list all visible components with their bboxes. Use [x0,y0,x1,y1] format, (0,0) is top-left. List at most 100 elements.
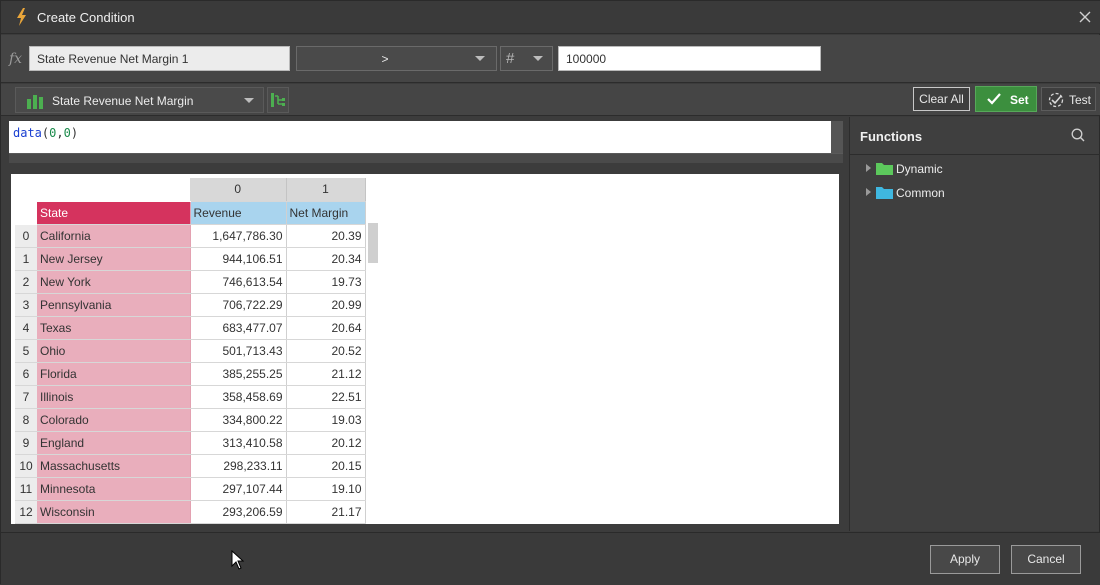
net-margin-cell[interactable]: 20.12 [286,431,366,455]
row-index[interactable]: 2 [15,270,37,294]
state-cell[interactable]: Florida [37,362,191,386]
state-cell[interactable]: California [37,224,191,248]
revenue-cell[interactable]: 501,713.43 [190,339,287,363]
row-index[interactable]: 12 [15,500,37,524]
expand-arrow-icon[interactable] [866,188,871,196]
row-index[interactable]: 11 [15,477,37,501]
folder-icon [876,187,893,199]
row-index[interactable]: 10 [15,454,37,478]
net-margin-cell[interactable]: 21.12 [286,362,366,386]
test-label: Test [1069,93,1092,107]
revenue-cell[interactable]: 683,477.07 [190,316,287,340]
state-cell[interactable]: Illinois [37,385,191,409]
table-row[interactable]: 8 Colorado 334,800.22 19.03 [15,408,366,432]
cancel-button[interactable]: Cancel [1011,545,1081,574]
revenue-cell[interactable]: 944,106.51 [190,247,287,271]
search-icon[interactable] [1070,127,1086,143]
expand-arrow-icon[interactable] [866,164,871,172]
table-row[interactable]: 6 Florida 385,255.25 21.12 [15,362,366,386]
revenue-cell[interactable]: 358,458.69 [190,385,287,409]
row-index[interactable]: 4 [15,316,37,340]
revenue-cell[interactable]: 297,107.44 [190,477,287,501]
row-index[interactable]: 6 [15,362,37,386]
row-index[interactable]: 9 [15,431,37,455]
table-row[interactable]: 0 California 1,647,786.30 20.39 [15,224,366,248]
net-margin-cell[interactable]: 20.15 [286,454,366,478]
row-index[interactable]: 5 [15,339,37,363]
table-row[interactable]: 1 New Jersey 944,106.51 20.34 [15,247,366,271]
net-margin-cell[interactable]: 20.64 [286,316,366,340]
bar-chart-icon [27,95,43,109]
grid-scrollbar-thumb[interactable] [368,223,378,263]
formula-arg2: 0 [63,126,71,140]
test-button[interactable]: Test [1041,87,1096,111]
revenue-cell[interactable]: 746,613.54 [190,270,287,294]
state-cell[interactable]: Wisconsin [37,500,191,524]
mouse-cursor-icon [231,550,245,570]
net-margin-cell[interactable]: 22.51 [286,385,366,409]
state-cell[interactable]: New York [37,270,191,294]
state-cell[interactable]: Colorado [37,408,191,432]
net-margin-cell[interactable]: 19.03 [286,408,366,432]
revenue-cell[interactable]: 706,722.29 [190,293,287,317]
revenue-cell[interactable]: 1,647,786.30 [190,224,287,248]
row-index[interactable]: 7 [15,385,37,409]
create-condition-dialog: Create Condition fx State Revenue Net Ma… [0,0,1100,585]
functions-title: Functions [860,129,923,144]
chevron-down-icon [533,56,543,61]
table-row[interactable]: 9 England 313,410.58 20.12 [15,431,366,455]
revenue-cell[interactable]: 334,800.22 [190,408,287,432]
row-index[interactable]: 0 [15,224,37,248]
state-cell[interactable]: New Jersey [37,247,191,271]
data-source-dropdown[interactable]: State Revenue Net Margin [15,87,264,113]
revenue-cell[interactable]: 293,206.59 [190,500,287,524]
state-cell[interactable]: Ohio [37,339,191,363]
state-cell[interactable]: Pennsylvania [37,293,191,317]
revenue-cell[interactable]: 385,255.25 [190,362,287,386]
clear-all-button[interactable]: Clear All [913,87,970,111]
state-cell[interactable]: Minnesota [37,477,191,501]
functions-pane: Functions Dynamic Common [849,117,1100,531]
editor-pane: data(0,0) 0 1 State Revenue Net Margin 0… [1,117,847,531]
row-index[interactable]: 1 [15,247,37,271]
apply-button[interactable]: Apply [930,545,1000,574]
data-source-value: State Revenue Net Margin [52,94,194,108]
net-margin-cell[interactable]: 21.17 [286,500,366,524]
state-cell[interactable]: England [37,431,191,455]
function-group-dynamic[interactable]: Dynamic [864,159,1064,179]
table-row[interactable]: 2 New York 746,613.54 19.73 [15,270,366,294]
net-margin-cell[interactable]: 20.99 [286,293,366,317]
state-cell[interactable]: Texas [37,316,191,340]
editor-resize-handle[interactable] [9,153,843,163]
revenue-cell[interactable]: 313,410.58 [190,431,287,455]
state-header[interactable]: State [37,201,191,225]
net-margin-header[interactable]: Net Margin [286,201,366,225]
revenue-header[interactable]: Revenue [190,201,287,225]
table-row[interactable]: 7 Illinois 358,458.69 22.51 [15,385,366,409]
table-row[interactable]: 11 Minnesota 297,107.44 19.10 [15,477,366,501]
table-row[interactable]: 4 Texas 683,477.07 20.64 [15,316,366,340]
operator-dropdown[interactable]: > [296,46,497,71]
revenue-cell[interactable]: 298,233.11 [190,454,287,478]
function-group-common[interactable]: Common [864,183,1064,203]
net-margin-cell[interactable]: 19.73 [286,270,366,294]
state-cell[interactable]: Massachusetts [37,454,191,478]
net-margin-cell[interactable]: 20.39 [286,224,366,248]
editor-scrollbar[interactable] [831,121,843,153]
table-row[interactable]: 3 Pennsylvania 706,722.29 20.99 [15,293,366,317]
close-icon[interactable] [1075,7,1095,27]
net-margin-cell[interactable]: 19.10 [286,477,366,501]
set-button[interactable]: Set [975,86,1037,112]
table-row[interactable]: 12 Wisconsin 293,206.59 21.17 [15,500,366,524]
hierarchy-button[interactable] [267,87,289,113]
row-index[interactable]: 8 [15,408,37,432]
table-row[interactable]: 10 Massachusetts 298,233.11 20.15 [15,454,366,478]
row-index[interactable]: 3 [15,293,37,317]
value-type-dropdown[interactable]: # [500,46,553,71]
net-margin-cell[interactable]: 20.52 [286,339,366,363]
table-row[interactable]: 5 Ohio 501,713.43 20.52 [15,339,366,363]
condition-value-input[interactable]: 100000 [558,46,821,71]
net-margin-cell[interactable]: 20.34 [286,247,366,271]
formula-editor[interactable]: data(0,0) [9,121,831,153]
condition-name-input[interactable]: State Revenue Net Margin 1 [29,46,290,71]
